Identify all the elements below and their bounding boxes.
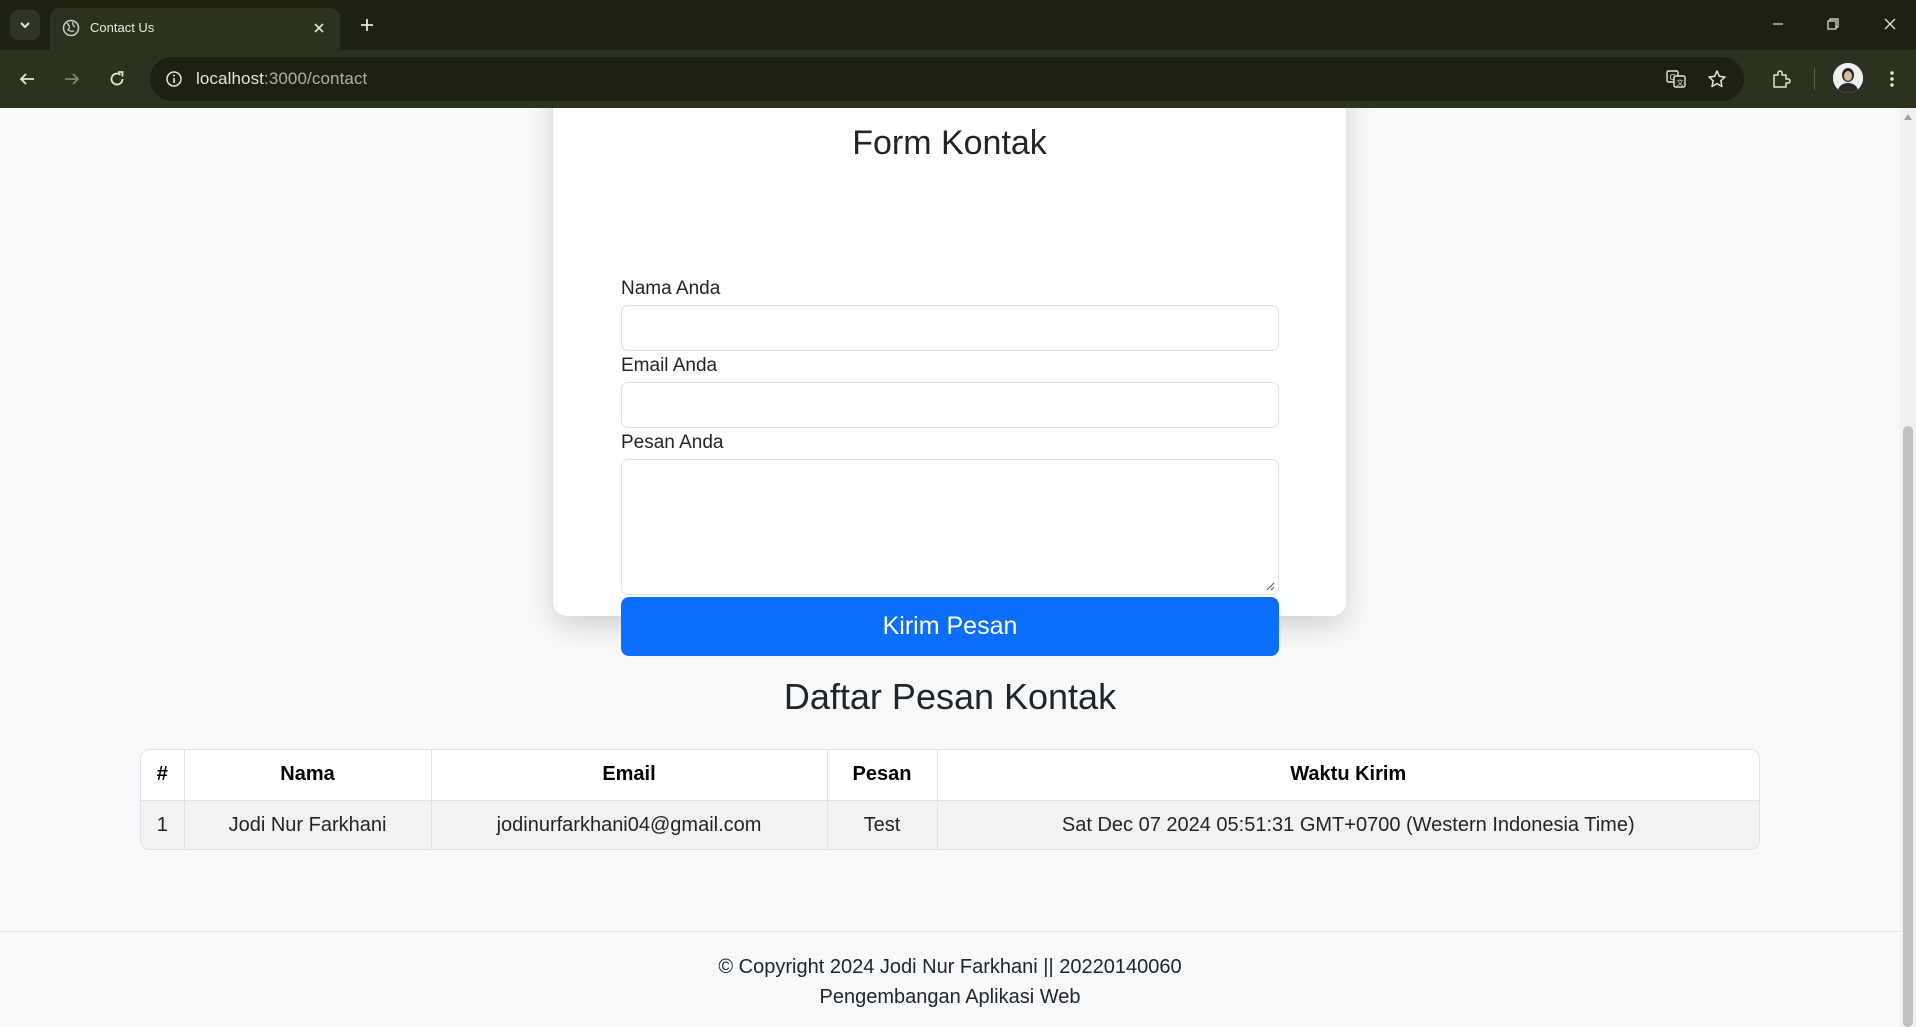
table-header-row: # Nama Email Pesan Waktu Kirim bbox=[141, 750, 1759, 801]
send-message-button[interactable]: Kirim Pesan bbox=[621, 597, 1279, 656]
page-viewport: Form Kontak Nama Anda Email Anda Pesan A… bbox=[0, 108, 1900, 1027]
close-icon[interactable] bbox=[308, 17, 330, 39]
globe-icon bbox=[62, 19, 80, 37]
window-close-icon[interactable] bbox=[1870, 6, 1910, 42]
column-header-name: Nama bbox=[184, 750, 432, 801]
back-arrow-icon[interactable] bbox=[11, 63, 43, 95]
cell-message: Test bbox=[827, 800, 938, 849]
scroll-thumb[interactable] bbox=[1903, 426, 1913, 1027]
contact-form-card: Form Kontak Nama Anda Email Anda Pesan A… bbox=[553, 108, 1346, 656]
cell-sent-time: Sat Dec 07 2024 05:51:31 GMT+0700 (Weste… bbox=[937, 800, 1759, 849]
footer-copyright: © Copyright 2024 Jodi Nur Farkhani || 20… bbox=[718, 956, 1182, 978]
tab-search-icon[interactable] bbox=[10, 10, 40, 40]
column-header-sent-time: Waktu Kirim bbox=[937, 750, 1759, 801]
reload-icon[interactable] bbox=[101, 63, 133, 95]
page-scrollbar[interactable] bbox=[1900, 108, 1916, 1027]
messages-list-title: Daftar Pesan Kontak bbox=[783, 676, 1117, 717]
name-label: Nama Anda bbox=[621, 278, 721, 299]
message-label: Pesan Anda bbox=[621, 432, 724, 453]
page-footer: © Copyright 2024 Jodi Nur Farkhani || 20… bbox=[0, 931, 1900, 1027]
form-title: Form Kontak bbox=[852, 124, 1047, 162]
url-text: localhost:3000/contact bbox=[196, 69, 367, 89]
kebab-menu-icon[interactable] bbox=[1876, 63, 1908, 95]
toolbar-divider bbox=[1814, 68, 1815, 90]
translate-icon[interactable]: G文 bbox=[1662, 65, 1690, 93]
browser-tab[interactable]: Contact Us bbox=[50, 8, 340, 50]
resize-grip-icon[interactable] bbox=[1265, 581, 1275, 591]
restore-icon[interactable] bbox=[1813, 6, 1853, 42]
tab-title: Contact Us bbox=[90, 20, 155, 35]
plus-icon[interactable] bbox=[352, 10, 382, 40]
column-header-email: Email bbox=[431, 750, 828, 801]
browser-toolbar: localhost:3000/contact G文 bbox=[0, 50, 1916, 108]
star-icon[interactable] bbox=[1703, 65, 1731, 93]
avatar[interactable] bbox=[1833, 63, 1863, 93]
messages-table: # Nama Email Pesan Waktu Kirim 1 Jodi Nu… bbox=[140, 749, 1760, 850]
address-bar[interactable]: localhost:3000/contact G文 bbox=[150, 57, 1744, 101]
name-input[interactable] bbox=[621, 305, 1279, 351]
email-input[interactable] bbox=[621, 382, 1279, 428]
footer-subtitle: Pengembangan Aplikasi Web bbox=[819, 986, 1081, 1008]
url-host: localhost bbox=[196, 69, 264, 88]
scroll-up-arrow-icon[interactable] bbox=[1904, 114, 1912, 120]
minimize-icon[interactable] bbox=[1758, 6, 1798, 42]
site-info-icon[interactable] bbox=[160, 65, 188, 93]
url-path: :3000/contact bbox=[264, 69, 368, 88]
cell-name: Jodi Nur Farkhani bbox=[184, 800, 432, 849]
column-header-number: # bbox=[141, 750, 185, 801]
svg-text:文: 文 bbox=[1677, 78, 1684, 87]
table-row: 1 Jodi Nur Farkhani jodinurfarkhani04@gm… bbox=[141, 800, 1759, 849]
message-textarea[interactable] bbox=[621, 459, 1279, 595]
column-header-message: Pesan bbox=[827, 750, 938, 801]
cell-number: 1 bbox=[141, 800, 185, 849]
browser-tab-bar: Contact Us bbox=[0, 0, 1916, 50]
email-label: Email Anda bbox=[621, 355, 718, 376]
cell-email: jodinurfarkhani04@gmail.com bbox=[431, 800, 828, 849]
forward-arrow-icon[interactable] bbox=[56, 63, 88, 95]
extensions-icon[interactable] bbox=[1765, 63, 1797, 95]
